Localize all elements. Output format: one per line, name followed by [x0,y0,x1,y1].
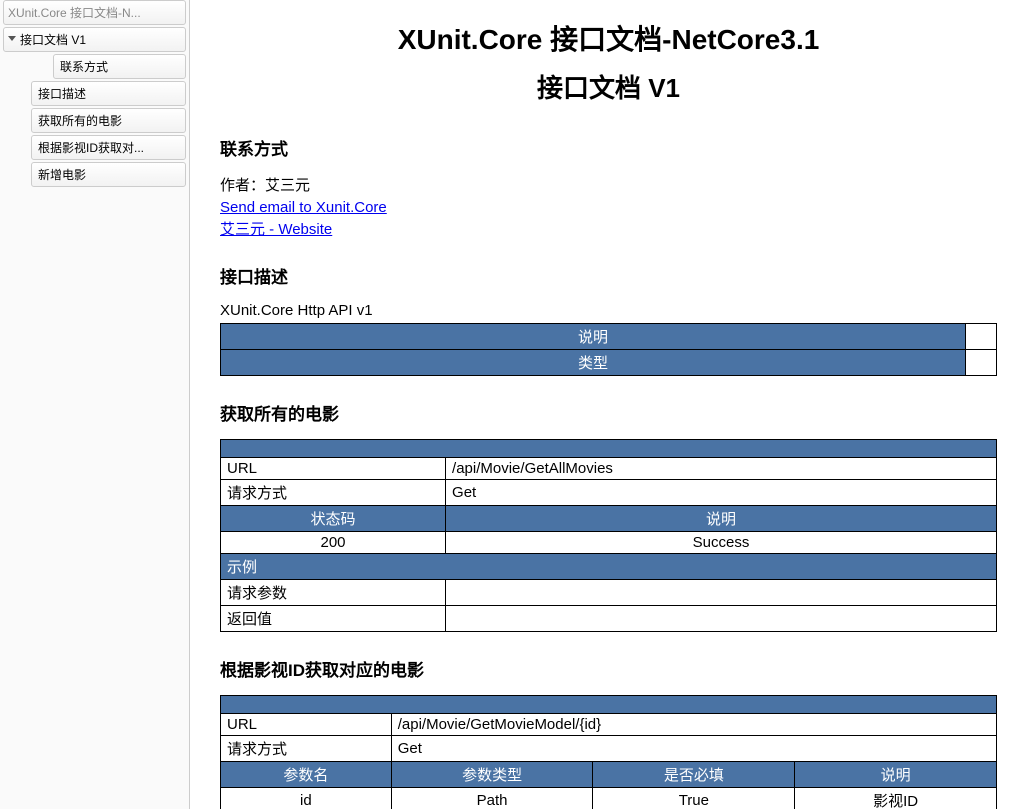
tree-root-item[interactable]: XUnit.Core 接口文档-N... [3,0,186,25]
doc-subtitle: 接口文档 V1 [220,68,997,105]
author-text: 作者：艾三元 [220,174,997,195]
website-link[interactable]: 艾三元 - Website [220,218,997,239]
email-link[interactable]: Send email to Xunit.Core [220,199,997,216]
desc-row-label: 说明 [221,324,966,350]
tree-item-getbyid[interactable]: 根据影视ID获取对... [31,135,186,160]
api2-param-type: Path [391,788,593,809]
section-api2-heading: 根据影视ID获取对应的电影 [220,656,997,681]
api-version-text: XUnit.Core Http API v1 [220,302,997,319]
api1-return-value [446,606,997,632]
tree-section-item[interactable]: 接口文档 V1 [3,27,186,52]
tree-item-description[interactable]: 接口描述 [31,81,186,106]
api2-method-label: 请求方式 [221,736,392,762]
api2-param-name: id [221,788,392,809]
api1-url-value: /api/Movie/GetAllMovies [446,458,997,480]
desc-row-value [965,324,996,350]
api1-status-desc: Success [446,532,997,554]
section-contact-heading: 联系方式 [220,135,997,160]
spacer [221,696,997,714]
tree-item-addmovie[interactable]: 新增电影 [31,162,186,187]
api2-method-value: Get [391,736,996,762]
api1-method-value: Get [446,480,997,506]
doc-title: XUnit.Core 接口文档-NetCore3.1 [220,18,997,58]
api1-return-label: 返回值 [221,606,446,632]
api2-url-label: URL [221,714,392,736]
main-content: XUnit.Core 接口文档-NetCore3.1 接口文档 V1 联系方式 … [190,0,1027,809]
api2-paramtype-header: 参数类型 [391,762,593,788]
spacer [221,440,997,458]
api1-status-code: 200 [221,532,446,554]
tree-items: 联系方式 接口描述 获取所有的电影 根据影视ID获取对... 新增电影 [3,54,186,187]
type-row-label: 类型 [221,350,966,376]
api1-desc-header: 说明 [446,506,997,532]
tree-item-contact[interactable]: 联系方式 [53,54,186,79]
tree-item-getall[interactable]: 获取所有的电影 [31,108,186,133]
api2-url-value: /api/Movie/GetMovieModel/{id} [391,714,996,736]
api2-table: URL /api/Movie/GetMovieModel/{id} 请求方式 G… [220,695,997,809]
sidebar-nav: XUnit.Core 接口文档-N... 接口文档 V1 联系方式 接口描述 获… [0,0,190,809]
api2-param-required: True [593,788,795,809]
section-api1-heading: 获取所有的电影 [220,400,997,425]
api1-reqparams-label: 请求参数 [221,580,446,606]
api2-param-desc: 影视ID [795,788,997,809]
type-row-value [965,350,996,376]
api2-required-header: 是否必填 [593,762,795,788]
section-description-heading: 接口描述 [220,263,997,288]
api1-method-label: 请求方式 [221,480,446,506]
api2-paramname-header: 参数名 [221,762,392,788]
api1-status-header: 状态码 [221,506,446,532]
description-table: 说明 类型 [220,323,997,376]
api1-example-row: 示例 [221,554,997,580]
api1-reqparams-value [446,580,997,606]
api1-table: URL /api/Movie/GetAllMovies 请求方式 Get 状态码… [220,439,997,632]
api2-desc-header: 说明 [795,762,997,788]
api1-url-label: URL [221,458,446,480]
